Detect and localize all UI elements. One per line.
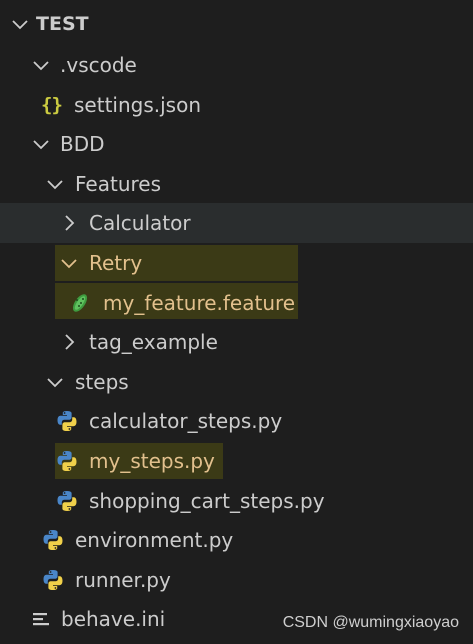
explorer-root-test[interactable]: TEST [0, 4, 473, 44]
python-icon [55, 449, 79, 473]
chevron-down-icon[interactable] [43, 172, 67, 196]
folder-steps[interactable]: steps [0, 362, 473, 402]
chevron-right-icon[interactable] [57, 211, 81, 235]
folder-label: .vscode [60, 53, 137, 77]
python-icon [41, 528, 65, 552]
file-explorer-tree: TEST .vscode {} settings.json BDD Featur… [0, 0, 473, 644]
file-label: shopping_cart_steps.py [89, 489, 325, 513]
file-label: environment.py [75, 528, 234, 552]
file-settings-json[interactable]: {} settings.json [0, 85, 473, 125]
chevron-down-icon[interactable] [43, 370, 67, 394]
folder-label: Retry [89, 251, 143, 275]
chevron-right-icon[interactable] [57, 330, 81, 354]
file-label: my_steps.py [89, 449, 215, 473]
python-icon [41, 568, 65, 592]
folder-retry[interactable]: Retry [0, 243, 473, 283]
file-my-steps-py[interactable]: my_steps.py [0, 441, 473, 481]
file-environment-py[interactable]: environment.py [0, 520, 473, 560]
chevron-down-icon[interactable] [29, 132, 53, 156]
folder-label: steps [75, 370, 129, 394]
python-icon [55, 409, 79, 433]
chevron-down-icon[interactable] [29, 53, 53, 77]
folder-label: tag_example [89, 330, 218, 354]
chevron-down-icon[interactable] [57, 251, 81, 275]
watermark: CSDN @wumingxiaoyao [282, 614, 459, 631]
file-calculator-steps-py[interactable]: calculator_steps.py [0, 401, 473, 441]
settings-lines-icon [29, 607, 53, 631]
file-runner-py[interactable]: runner.py [0, 560, 473, 600]
file-label: runner.py [75, 568, 171, 592]
file-label: settings.json [74, 93, 202, 117]
cucumber-icon [68, 291, 92, 315]
folder-vscode[interactable]: .vscode [0, 45, 473, 85]
file-label: my_feature.feature [103, 291, 296, 315]
file-my-feature-feature[interactable]: my_feature.feature [0, 283, 473, 323]
json-braces-icon: {} [41, 94, 63, 116]
folder-label: BDD [60, 132, 105, 156]
file-shopping-cart-steps-py[interactable]: shopping_cart_steps.py [0, 481, 473, 521]
folder-features[interactable]: Features [0, 164, 473, 204]
chevron-down-icon[interactable] [8, 12, 32, 36]
file-label: behave.ini [61, 607, 166, 631]
file-label: calculator_steps.py [89, 409, 283, 433]
folder-tag-example[interactable]: tag_example [0, 322, 473, 362]
folder-bdd[interactable]: BDD [0, 124, 473, 164]
python-icon [55, 489, 79, 513]
explorer-root-label: TEST [36, 13, 89, 35]
folder-label: Features [75, 172, 161, 196]
folder-label: Calculator [89, 211, 191, 235]
folder-calculator[interactable]: Calculator [0, 203, 473, 243]
